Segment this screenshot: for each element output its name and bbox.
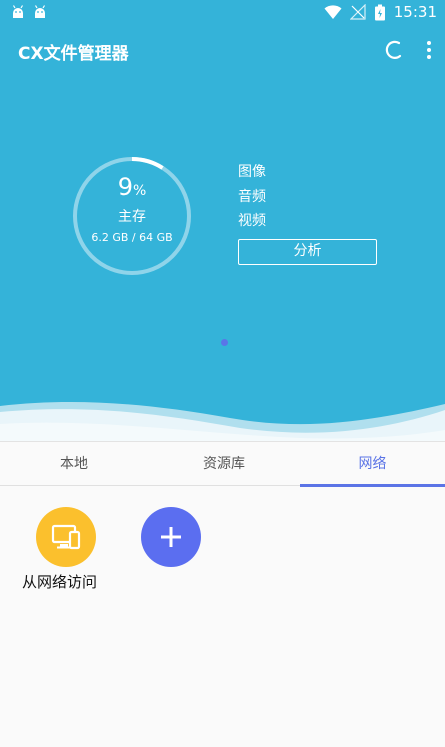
status-bar: 15:31 bbox=[0, 0, 445, 26]
app-title: CX文件管理器 bbox=[18, 44, 129, 64]
category-audio[interactable]: 音频 bbox=[238, 187, 266, 212]
plus-icon bbox=[161, 527, 181, 547]
network-access-label: 从网络访问 bbox=[22, 573, 98, 591]
no-signal-icon bbox=[349, 4, 366, 20]
storage-usage-ring[interactable]: 9% 主存 6.2 GB / 64 GB bbox=[71, 155, 193, 277]
tab-local[interactable]: 本地 bbox=[0, 442, 148, 487]
notification-icons bbox=[10, 4, 48, 20]
storage-size: 6.2 GB / 64 GB bbox=[91, 231, 173, 244]
tab-network[interactable]: 网络 bbox=[300, 442, 445, 487]
tab-active-indicator bbox=[300, 484, 445, 487]
devices-icon bbox=[51, 524, 81, 550]
network-access-icon-bg bbox=[36, 507, 96, 567]
analyze-button[interactable]: 分析 bbox=[238, 239, 377, 265]
refresh-icon[interactable] bbox=[382, 39, 404, 61]
tab-bar: 本地 资源库 网络 bbox=[0, 441, 445, 487]
add-network-button[interactable] bbox=[141, 507, 201, 567]
storage-label: 主存 bbox=[118, 209, 146, 225]
status-time: 15:31 bbox=[393, 3, 437, 21]
storage-percent-value: 9 bbox=[117, 173, 133, 201]
more-options-icon[interactable] bbox=[420, 38, 438, 62]
android-notification-icon bbox=[34, 5, 46, 18]
app-bar: CX文件管理器 bbox=[0, 26, 445, 74]
wave-decoration bbox=[0, 402, 445, 441]
battery-icon bbox=[374, 4, 385, 20]
category-list: 图像 音频 视频 bbox=[238, 162, 266, 236]
storage-percent-symbol: % bbox=[132, 183, 147, 199]
tab-library[interactable]: 资源库 bbox=[150, 442, 298, 487]
page-indicator-dot bbox=[221, 339, 228, 346]
android-notification-icon bbox=[12, 5, 24, 18]
storage-hero: 15:31 CX文件管理器 9% 主存 6.2 GB / 64 GB 图像 音频… bbox=[0, 0, 445, 441]
category-images[interactable]: 图像 bbox=[238, 162, 266, 187]
category-video[interactable]: 视频 bbox=[238, 211, 266, 236]
wifi-icon bbox=[324, 5, 342, 19]
storage-percent: 9% bbox=[71, 173, 193, 201]
